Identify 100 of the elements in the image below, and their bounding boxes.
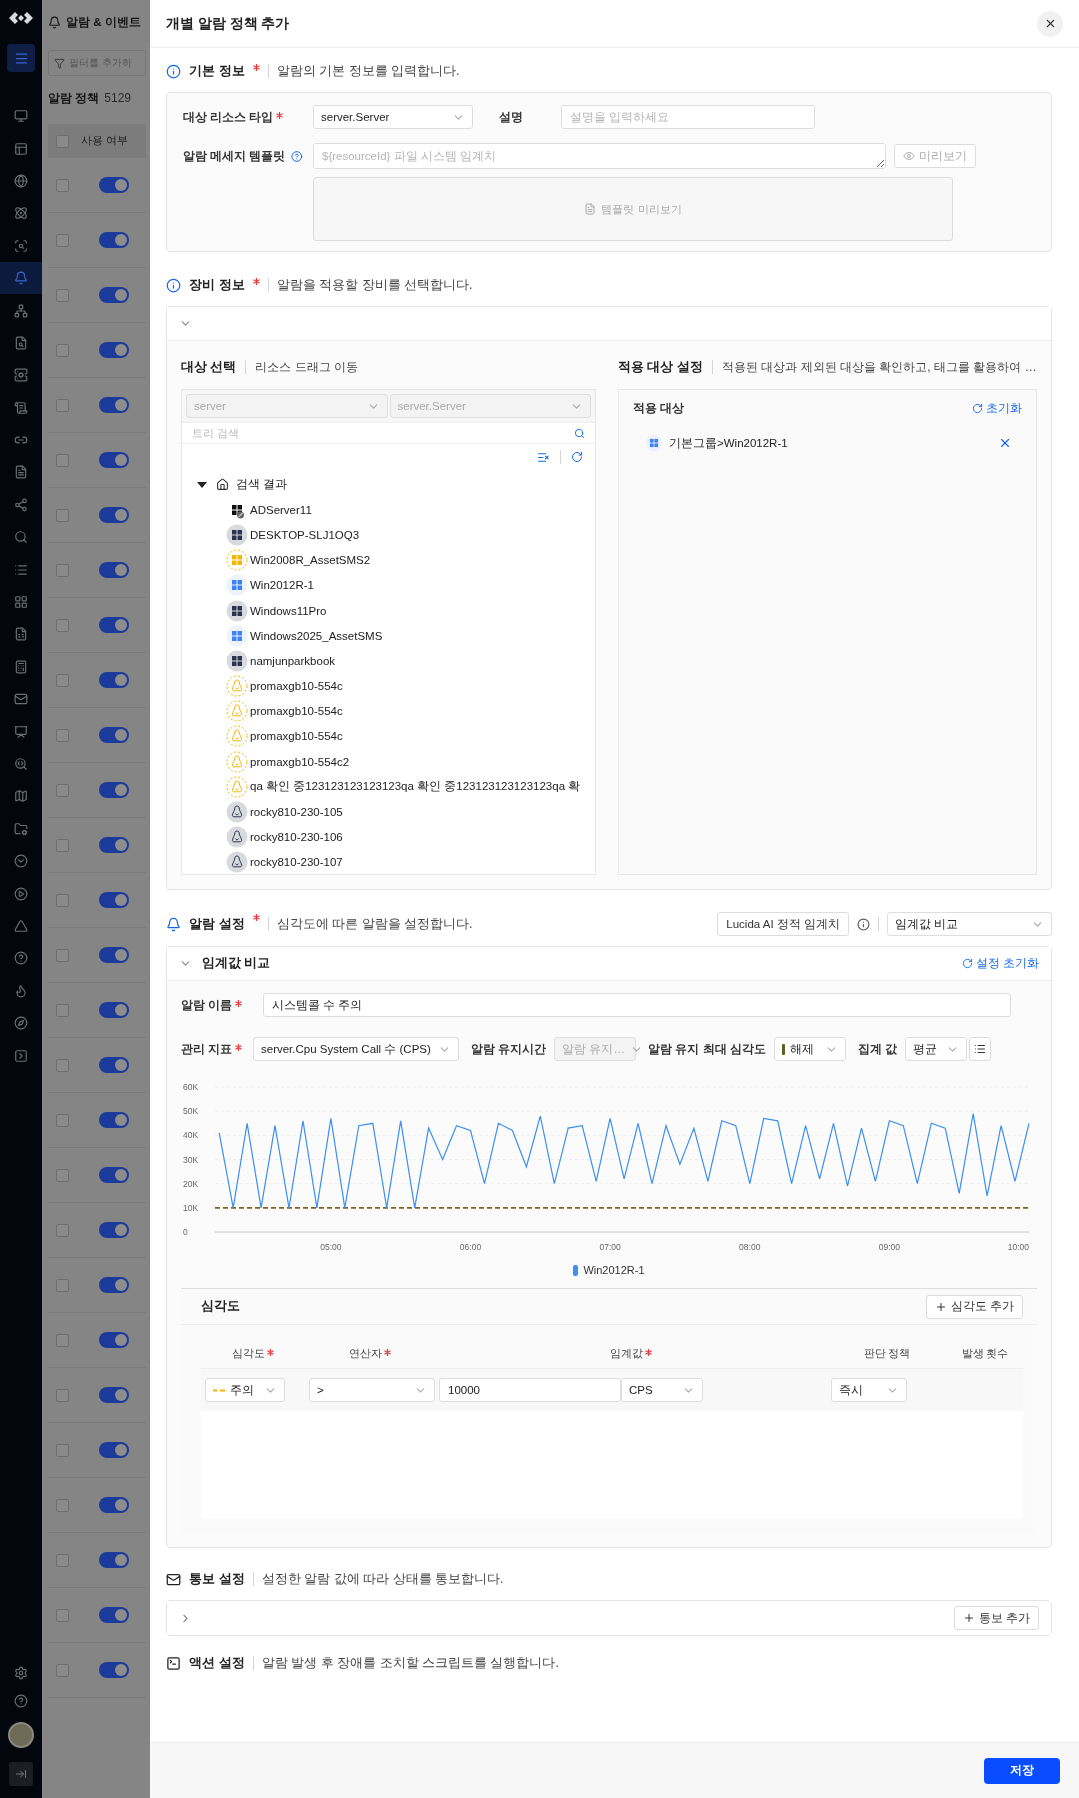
row-checkbox[interactable] [56,453,69,467]
row-checkbox[interactable] [56,1498,69,1512]
toggle-switch[interactable] [99,452,129,468]
mode-select[interactable]: 임계값 비교 [887,912,1052,936]
sidebar-item[interactable] [0,261,42,295]
toggle-switch[interactable] [99,892,129,908]
alarm-name-input[interactable]: 시스템콜 수 주의 [263,993,1011,1017]
toggle-switch[interactable] [99,617,129,633]
help-icon[interactable] [291,150,303,163]
tree-item[interactable]: rocky810-230-107 [250,856,343,869]
metric-select[interactable]: server.Cpu System Call 수 (CPS) [253,1037,459,1061]
row-checkbox[interactable] [56,1168,69,1182]
toggle-switch[interactable] [99,1387,129,1403]
row-checkbox[interactable] [56,783,69,797]
row-checkbox[interactable] [56,233,69,247]
tree-item[interactable]: Windows2025_AssetSMS [250,629,383,642]
info-icon[interactable] [857,917,870,931]
toggle-switch[interactable] [99,232,129,248]
row-checkbox[interactable] [56,673,69,687]
toggle-switch[interactable] [99,672,129,688]
threshold-input[interactable]: 10000 [439,1378,621,1402]
row-checkbox[interactable] [56,1223,69,1237]
toggle-switch[interactable] [99,947,129,963]
row-checkbox[interactable] [56,1333,69,1347]
toggle-switch[interactable] [99,782,129,798]
tree-item[interactable]: qa 확인 중123123123123123qa 확인 중123123123123123qa 확 [250,779,581,795]
policy-select[interactable]: 즉시 [831,1378,907,1402]
tree-item[interactable]: namjunparkbook [250,654,336,667]
toggle-switch[interactable] [99,727,129,743]
row-checkbox[interactable] [56,178,69,192]
add-notification-button[interactable]: 통보 추가 [953,1606,1039,1630]
toggle-switch[interactable] [99,1662,129,1678]
toggle-switch[interactable] [99,507,129,523]
row-checkbox[interactable] [56,343,69,357]
tree-item[interactable]: Win2008R_AssetSMS2 [250,554,371,567]
row-checkbox[interactable] [56,1003,69,1017]
logo-icon[interactable] [8,10,34,26]
unit-select[interactable]: CPS [621,1378,703,1402]
aggregate-select[interactable]: 평균 [905,1037,967,1061]
tree-item[interactable]: ADServer11 [250,503,312,516]
reset-button[interactable]: 설정 초기화 [961,956,1039,971]
tree-item[interactable]: rocky810-230-105 [250,806,343,819]
row-checkbox[interactable] [56,398,69,412]
toggle-switch[interactable] [99,1607,129,1623]
toggle-switch[interactable] [99,177,129,193]
tree-item[interactable]: promaxgb10-554c [250,705,343,718]
select-all-checkbox[interactable] [56,134,69,148]
toggle-switch[interactable] [99,1167,129,1183]
row-checkbox[interactable] [56,1443,69,1457]
description-input[interactable]: 설명을 입력하세요 [561,105,815,129]
row-checkbox[interactable] [56,728,69,742]
toggle-switch[interactable] [99,1277,129,1293]
tree-item[interactable]: promaxgb10-554c [250,730,343,743]
row-checkbox[interactable] [56,1608,69,1622]
tree-item[interactable]: DESKTOP-SLJ1OQ3 [250,528,360,541]
toggle-switch[interactable] [99,1332,129,1348]
save-button[interactable]: 저장 [984,1757,1060,1784]
row-checkbox[interactable] [56,948,69,962]
tree-item[interactable]: Windows11Pro [250,604,327,617]
legend-label[interactable]: Win2012R-1 [583,1264,645,1276]
tree-item[interactable]: Win2012R-1 [250,579,314,592]
row-checkbox[interactable] [56,1058,69,1072]
toggle-switch[interactable] [99,1002,129,1018]
clear-selection-button[interactable] [537,450,550,464]
collapse-button[interactable] [9,1762,33,1786]
row-checkbox[interactable] [56,288,69,302]
tree-item[interactable]: 검색 결과 [236,477,288,493]
list-view-button[interactable] [969,1037,991,1061]
max-severity-select[interactable]: 해제 [773,1037,846,1061]
toggle-switch[interactable] [99,287,129,303]
template-input[interactable]: ${resourceId} 파일 시스템 임계치 [313,143,886,169]
row-checkbox[interactable] [56,838,69,852]
tree-item[interactable]: promaxgb10-554c2 [250,755,350,768]
row-checkbox[interactable] [56,1388,69,1402]
operator-select[interactable]: > [309,1378,435,1402]
row-checkbox[interactable] [56,508,69,522]
resource-type-select[interactable]: server.Server [313,105,473,129]
close-button[interactable] [1037,10,1063,37]
toggle-switch[interactable] [99,1442,129,1458]
row-checkbox[interactable] [56,1553,69,1567]
settings-icon[interactable] [14,1666,28,1680]
toggle-switch[interactable] [99,1057,129,1073]
reset-button[interactable]: 초기화 [972,400,1022,416]
avatar[interactable] [8,1722,34,1748]
row-checkbox[interactable] [56,893,69,907]
toggle-switch[interactable] [99,1222,129,1238]
toggle-switch[interactable] [99,837,129,853]
tree-item[interactable]: rocky810-230-106 [250,831,343,844]
row-checkbox[interactable] [56,1278,69,1292]
remove-button[interactable] [998,436,1012,450]
row-checkbox[interactable] [56,563,69,577]
row-checkbox[interactable] [56,1113,69,1127]
refresh-button[interactable] [571,451,583,463]
toggle-switch[interactable] [99,1497,129,1513]
toggle-switch[interactable] [99,1112,129,1128]
toggle-switch[interactable] [99,342,129,358]
row-checkbox[interactable] [56,1663,69,1677]
severity-select[interactable]: 주의 [205,1378,285,1402]
toggle-switch[interactable] [99,1552,129,1568]
toggle-switch[interactable] [99,397,129,413]
